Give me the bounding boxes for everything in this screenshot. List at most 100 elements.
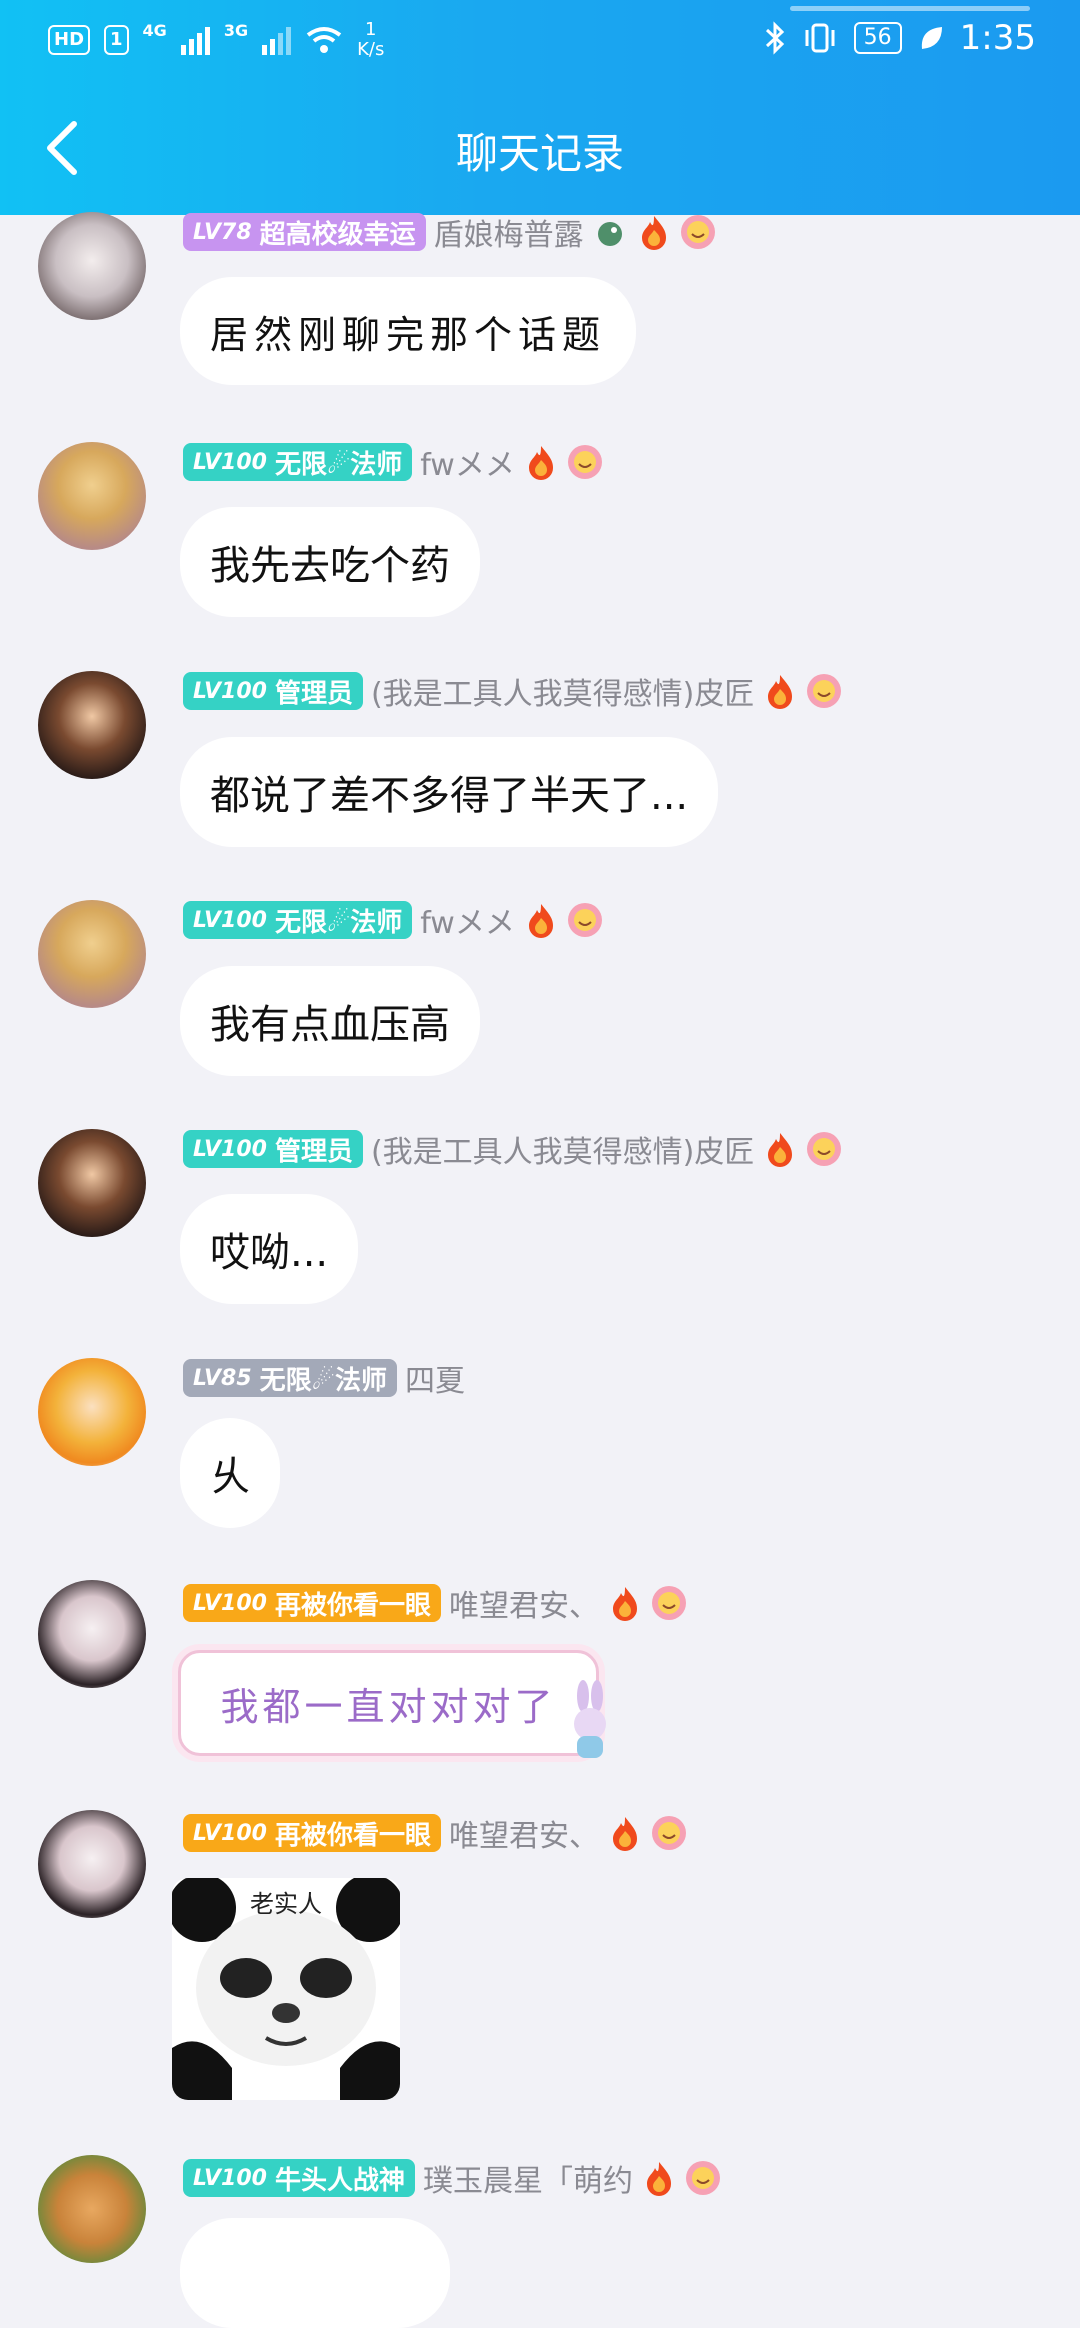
sender-meta: LV100 再被你看一眼 唯望君安、 bbox=[183, 1811, 687, 1855]
leaf-icon bbox=[921, 27, 942, 49]
sender-meta: LV100 无限☄法师 fwメメ bbox=[183, 440, 603, 484]
fire-icon bbox=[641, 216, 666, 250]
smile-flower-icon bbox=[567, 903, 602, 937]
level-badge[interactable]: LV100 无限☄法师 bbox=[183, 443, 413, 481]
member-title: 无限☄法师 bbox=[259, 1365, 387, 1396]
signal-icon-2 bbox=[262, 25, 292, 55]
sender-name[interactable]: fwメメ bbox=[420, 898, 515, 942]
smile-flower-icon bbox=[567, 445, 602, 479]
level-badge[interactable]: LV100 管理员 bbox=[183, 672, 363, 710]
message-bubble[interactable]: 居然刚聊完那个话题 bbox=[180, 277, 637, 385]
status-left: HD 1 4G 3G 1 K/s bbox=[48, 20, 384, 60]
member-title: 无限☄法师 bbox=[274, 449, 403, 480]
level-badge[interactable]: LV85 无限☄法师 bbox=[183, 1359, 397, 1397]
member-title: 超高校级幸运 bbox=[259, 219, 416, 250]
avatar[interactable] bbox=[38, 1580, 146, 1688]
level-number: LV100 bbox=[193, 2165, 267, 2191]
fire-icon bbox=[528, 446, 553, 480]
smile-flower-icon bbox=[685, 2161, 720, 2195]
level-badge[interactable]: LV78 超高校级幸运 bbox=[183, 213, 426, 251]
smile-flower-icon bbox=[651, 1816, 686, 1850]
avatar[interactable] bbox=[38, 1129, 146, 1237]
smile-flower-icon bbox=[651, 1586, 686, 1620]
network-4g-label: 4G bbox=[142, 20, 167, 40]
sender-meta: LV100 再被你看一眼 唯望君安、 bbox=[183, 1581, 687, 1625]
message-bubble-partial[interactable] bbox=[180, 2218, 450, 2328]
level-number: LV100 bbox=[193, 1136, 267, 1162]
sender-meta: LV78 超高校级幸运 盾娘梅普露 bbox=[183, 210, 716, 254]
avatar[interactable] bbox=[38, 671, 146, 779]
speed-unit: K/s bbox=[357, 39, 385, 60]
level-badge[interactable]: LV100 无限☄法师 bbox=[183, 901, 413, 939]
network-speed: 1 K/s bbox=[357, 20, 384, 60]
bunny-sticker-icon bbox=[574, 1680, 606, 1758]
avatar[interactable] bbox=[38, 1358, 146, 1466]
avatar[interactable] bbox=[38, 2155, 146, 2263]
message-bubble[interactable]: 乆 bbox=[180, 1418, 280, 1528]
sender-meta: LV100 管理员 (我是工具人我莫得感情)皮匠 bbox=[183, 1127, 842, 1171]
sticker-caption: 老实人 bbox=[250, 1890, 322, 1918]
level-badge[interactable]: LV100 牛头人战神 bbox=[183, 2159, 415, 2197]
fire-icon bbox=[768, 1133, 793, 1167]
message-bubble[interactable]: 我先去吃个药 bbox=[180, 507, 480, 617]
sender-name[interactable]: (我是工具人我莫得感情)皮匠 bbox=[371, 669, 754, 713]
bluetooth-icon bbox=[765, 21, 784, 55]
fire-icon bbox=[768, 675, 793, 709]
speed-value: 1 bbox=[364, 19, 377, 40]
signal-icon bbox=[180, 25, 210, 55]
page-title: 聊天记录 bbox=[455, 129, 624, 178]
member-title: 再被你看一眼 bbox=[274, 1820, 431, 1851]
sim-badge: 1 bbox=[104, 25, 129, 55]
sender-name[interactable]: 璞玉晨星「萌约 bbox=[423, 2156, 633, 2200]
level-number: LV85 bbox=[193, 1365, 252, 1391]
avatar[interactable] bbox=[38, 900, 146, 1008]
battery-level: 56 bbox=[853, 22, 902, 54]
sender-name[interactable]: 盾娘梅普露 bbox=[434, 210, 584, 254]
hd-badge: HD bbox=[48, 25, 91, 55]
decorated-message-bubble[interactable]: 我都一直对对对了 bbox=[178, 1650, 599, 1756]
level-badge[interactable]: LV100 再被你看一眼 bbox=[183, 1814, 441, 1852]
fire-icon bbox=[528, 904, 553, 938]
smile-flower-icon bbox=[807, 1132, 842, 1166]
fire-icon bbox=[612, 1817, 637, 1851]
top-bar: HD 1 4G 3G 1 K/s 56 1:35 聊天记录 bbox=[0, 0, 1080, 215]
network-3g-label: 3G bbox=[223, 20, 249, 40]
member-title: 管理员 bbox=[274, 678, 353, 709]
avatar[interactable] bbox=[38, 1810, 146, 1918]
message-bubble[interactable]: 都说了差不多得了半天了... bbox=[180, 737, 719, 847]
dragon-icon bbox=[597, 222, 622, 246]
fire-icon bbox=[612, 1587, 637, 1621]
fire-icon bbox=[646, 2162, 671, 2196]
level-number: LV100 bbox=[193, 1820, 267, 1846]
status-right: 56 1:35 bbox=[764, 18, 1036, 58]
sender-meta: LV85 无限☄法师 四夏 bbox=[183, 1356, 465, 1400]
level-number: LV100 bbox=[193, 678, 267, 704]
message-bubble[interactable]: 哎呦... bbox=[180, 1194, 359, 1304]
member-title: 再被你看一眼 bbox=[274, 1590, 431, 1621]
sender-meta: LV100 管理员 (我是工具人我莫得感情)皮匠 bbox=[183, 669, 842, 713]
status-bar: HD 1 4G 3G 1 K/s 56 1:35 bbox=[0, 0, 1080, 80]
wifi-icon bbox=[306, 27, 342, 53]
sender-meta: LV100 牛头人战神 璞玉晨星「萌约 bbox=[183, 2156, 721, 2200]
member-title: 牛头人战神 bbox=[274, 2165, 405, 2196]
member-title: 无限☄法师 bbox=[274, 907, 403, 938]
level-badge[interactable]: LV100 管理员 bbox=[183, 1130, 363, 1168]
level-badge[interactable]: LV100 再被你看一眼 bbox=[183, 1584, 441, 1622]
sender-name[interactable]: fwメメ bbox=[420, 440, 515, 484]
avatar[interactable] bbox=[38, 212, 146, 320]
panda-meme-sticker[interactable]: 老实人 bbox=[172, 1878, 400, 2100]
level-number: LV100 bbox=[193, 449, 267, 475]
smile-flower-icon bbox=[680, 215, 715, 249]
sender-name[interactable]: 唯望君安、 bbox=[449, 1581, 599, 1625]
smile-flower-icon bbox=[807, 674, 842, 708]
clock: 1:35 bbox=[959, 18, 1036, 58]
level-number: LV78 bbox=[193, 219, 252, 245]
sender-meta: LV100 无限☄法师 fwメメ bbox=[183, 898, 603, 942]
sender-name[interactable]: 四夏 bbox=[405, 1356, 465, 1400]
level-number: LV100 bbox=[193, 1590, 267, 1616]
sender-name[interactable]: 唯望君安、 bbox=[449, 1811, 599, 1855]
level-number: LV100 bbox=[193, 907, 267, 933]
sender-name[interactable]: (我是工具人我莫得感情)皮匠 bbox=[371, 1127, 754, 1171]
message-bubble[interactable]: 我有点血压高 bbox=[180, 966, 480, 1076]
avatar[interactable] bbox=[38, 442, 146, 550]
